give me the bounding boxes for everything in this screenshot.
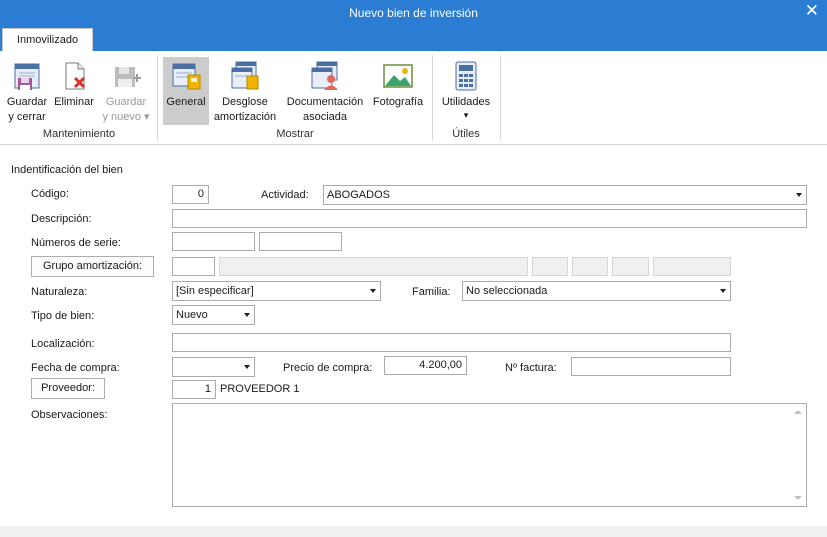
tipo-bien-label: Tipo de bien: bbox=[31, 310, 95, 322]
chevron-down-icon bbox=[244, 365, 250, 369]
save-new-label-2: y nuevo ▾ bbox=[102, 111, 150, 123]
documents-icon bbox=[311, 61, 338, 90]
documents-button[interactable]: Documentación asociada bbox=[282, 57, 368, 125]
chevron-down-icon: ▾ bbox=[463, 110, 469, 120]
calculator-icon bbox=[455, 61, 477, 91]
observaciones-textarea[interactable] bbox=[172, 403, 807, 507]
save-close-label-1: Guardar bbox=[6, 96, 48, 108]
familia-select[interactable]: No seleccionada bbox=[462, 281, 731, 301]
tab-strip: Inmovilizado bbox=[0, 26, 827, 51]
save-close-icon bbox=[14, 63, 40, 90]
delete-icon bbox=[65, 62, 86, 90]
delete-label: Eliminar bbox=[54, 96, 94, 108]
actividad-select[interactable]: ABOGADOS bbox=[323, 185, 807, 205]
precio-compra-label: Precio de compra: bbox=[283, 362, 373, 374]
observaciones-scrollbar[interactable] bbox=[789, 404, 806, 506]
chevron-down-icon bbox=[720, 289, 726, 293]
actividad-label: Actividad: bbox=[261, 189, 309, 201]
n-factura-label: Nº factura: bbox=[505, 362, 557, 374]
group-label-mostrar: Mostrar bbox=[276, 128, 314, 140]
grupo-amortizacion-field-2 bbox=[572, 257, 608, 276]
localizacion-label: Localización: bbox=[31, 338, 95, 350]
observaciones-label: Observaciones: bbox=[31, 409, 108, 421]
proveedor-name: PROVEEDOR 1 bbox=[220, 383, 300, 395]
group-label-utiles: Útiles bbox=[452, 128, 480, 140]
ribbon: Guardar y cerrar Eliminar Guardar y nuev… bbox=[0, 51, 827, 145]
naturaleza-select[interactable]: [Sin especificar] bbox=[172, 281, 381, 301]
proveedor-code-input[interactable]: 1 bbox=[172, 380, 216, 399]
photo-icon bbox=[383, 64, 413, 88]
precio-compra-input[interactable]: 4.200,00 bbox=[384, 356, 467, 375]
descripcion-input[interactable] bbox=[172, 209, 807, 228]
save-new-button[interactable]: Guardar y nuevo ▾ bbox=[100, 57, 152, 125]
grupo-amortizacion-field-3 bbox=[612, 257, 649, 276]
general-icon bbox=[172, 63, 201, 90]
general-button[interactable]: General bbox=[163, 57, 209, 125]
bottom-bar bbox=[0, 526, 827, 537]
photo-label: Fotografía bbox=[372, 96, 424, 108]
grupo-amortizacion-field-4 bbox=[653, 257, 731, 276]
utilities-label: Utilidades bbox=[441, 96, 491, 108]
tab-inmovilizado[interactable]: Inmovilizado bbox=[2, 28, 93, 51]
utilities-button[interactable]: Utilidades ▾ bbox=[437, 57, 495, 120]
documents-label-2: asociada bbox=[302, 111, 348, 123]
fecha-compra-label: Fecha de compra: bbox=[31, 362, 120, 374]
photo-button[interactable]: Fotografía bbox=[370, 57, 426, 110]
breakdown-icon bbox=[231, 61, 259, 90]
naturaleza-label: Naturaleza: bbox=[31, 286, 88, 298]
documents-label-1: Documentación bbox=[286, 96, 364, 108]
group-label-mantenimiento: Mantenimiento bbox=[42, 128, 116, 140]
tipo-bien-value: Nuevo bbox=[176, 309, 208, 321]
grupo-amortizacion-field-1 bbox=[532, 257, 568, 276]
naturaleza-value: [Sin especificar] bbox=[176, 285, 254, 297]
chevron-down-icon bbox=[796, 193, 802, 197]
general-label: General bbox=[166, 96, 206, 108]
grupo-amortizacion-code-input[interactable] bbox=[172, 257, 215, 276]
grupo-amortizacion-button[interactable]: Grupo amortización: bbox=[31, 256, 154, 277]
codigo-label: Código: bbox=[31, 188, 69, 200]
save-new-label-1: Guardar bbox=[105, 96, 147, 108]
tipo-bien-select[interactable]: Nuevo bbox=[172, 305, 255, 325]
group-separator bbox=[500, 55, 501, 141]
scroll-down-icon[interactable] bbox=[794, 496, 802, 500]
save-close-label-2: y cerrar bbox=[8, 111, 46, 123]
close-icon[interactable]: ✕ bbox=[805, 1, 819, 21]
fecha-compra-picker[interactable] bbox=[172, 357, 255, 377]
breakdown-button[interactable]: Desglose amortización bbox=[211, 57, 279, 125]
familia-label: Familia: bbox=[412, 286, 451, 298]
numero-serie-1-input[interactable] bbox=[172, 232, 255, 251]
grupo-amortizacion-name-field bbox=[219, 257, 528, 276]
numeros-serie-label: Números de serie: bbox=[31, 237, 121, 249]
section-title: Indentificación del bien bbox=[11, 164, 123, 176]
breakdown-label-1: Desglose bbox=[222, 96, 268, 108]
n-factura-input[interactable] bbox=[571, 357, 731, 376]
localizacion-input[interactable] bbox=[172, 333, 731, 352]
chevron-down-icon bbox=[370, 289, 376, 293]
familia-value: No seleccionada bbox=[466, 285, 548, 297]
title-bar: Nuevo bien de inversión ✕ bbox=[0, 0, 827, 26]
scroll-up-icon[interactable] bbox=[794, 410, 802, 414]
save-new-icon bbox=[115, 67, 141, 87]
breakdown-label-2: amortización bbox=[213, 111, 277, 123]
proveedor-button[interactable]: Proveedor: bbox=[31, 378, 105, 399]
save-close-button[interactable]: Guardar y cerrar bbox=[4, 57, 50, 125]
codigo-input[interactable]: 0 bbox=[172, 185, 209, 204]
actividad-value: ABOGADOS bbox=[327, 189, 390, 201]
chevron-down-icon bbox=[244, 313, 250, 317]
delete-button[interactable]: Eliminar bbox=[52, 57, 96, 110]
descripcion-label: Descripción: bbox=[31, 213, 92, 225]
window-title: Nuevo bien de inversión bbox=[349, 6, 478, 20]
numero-serie-2-input[interactable] bbox=[259, 232, 342, 251]
